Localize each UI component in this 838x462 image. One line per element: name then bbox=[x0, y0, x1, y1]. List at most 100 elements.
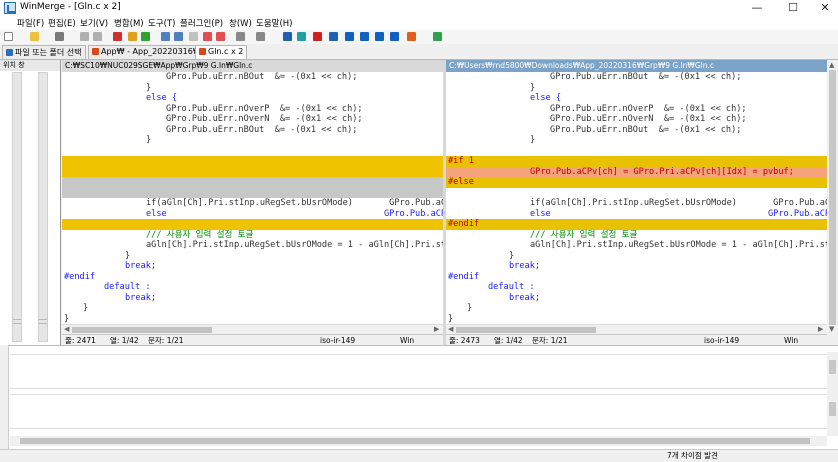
scroll-left-arrow-icon[interactable]: ◀ bbox=[64, 325, 69, 333]
next-conflict-icon[interactable] bbox=[283, 32, 292, 41]
open-folder-icon[interactable] bbox=[30, 32, 39, 41]
pane-splitter[interactable] bbox=[443, 60, 446, 345]
options-icon[interactable] bbox=[161, 32, 170, 41]
menu-window[interactable]: 창(W) bbox=[229, 17, 252, 29]
scroll-right-arrow-icon[interactable]: ▶ bbox=[818, 325, 823, 333]
close-button[interactable]: ✕ bbox=[808, 0, 838, 16]
code-line: if(aGln[Ch].Pri.stInp.uRegSet.bUsrOMode)… bbox=[146, 198, 443, 208]
scrollbar-thumb[interactable] bbox=[20, 438, 810, 444]
diff-line-assign: GPro.Pub.aCPv[ch] = GPro.Pri.aCPv[ch][Id… bbox=[446, 166, 827, 177]
code-line: } bbox=[467, 303, 473, 313]
scrollbar-thumb[interactable] bbox=[829, 360, 836, 374]
first-diff-icon[interactable] bbox=[203, 32, 212, 41]
menu-view[interactable]: 보기(V) bbox=[80, 17, 108, 29]
folder-compare-icon bbox=[92, 48, 99, 55]
menu-file[interactable]: 파일(F) bbox=[17, 17, 44, 29]
copy-right-icon[interactable] bbox=[236, 32, 245, 41]
right-horizontal-scrollbar[interactable]: ◀ ▶ bbox=[446, 324, 827, 334]
status-bar: 7개 차이점 발견 bbox=[0, 449, 838, 461]
divider bbox=[10, 354, 827, 355]
diff-line-else: #else bbox=[446, 177, 827, 188]
scrollbar-thumb[interactable] bbox=[829, 402, 836, 416]
menu-edit[interactable]: 편집(E) bbox=[48, 17, 76, 29]
merge-left-icon[interactable] bbox=[345, 32, 354, 41]
copy-left-icon[interactable] bbox=[256, 32, 265, 41]
copy-all-right-icon[interactable] bbox=[313, 32, 322, 41]
code-line: break; bbox=[509, 261, 541, 271]
code-line: GPro.Pub.uErr.nBOut &= -(0x1 << ch); bbox=[166, 72, 358, 82]
location-bar-right[interactable] bbox=[38, 72, 48, 342]
code-line: } bbox=[64, 313, 70, 324]
menu-tools[interactable]: 도구(T) bbox=[148, 17, 175, 29]
merge-all-icon[interactable] bbox=[375, 32, 384, 41]
code-line: break; bbox=[125, 261, 157, 271]
compare-icon[interactable] bbox=[189, 32, 198, 41]
new-file-icon[interactable] bbox=[4, 32, 13, 41]
menu-plugins[interactable]: 플러그인(P) bbox=[180, 17, 223, 29]
menu-merge[interactable]: 병합(M) bbox=[114, 17, 144, 29]
scroll-left-arrow-icon[interactable]: ◀ bbox=[448, 325, 453, 333]
window-title: WinMerge - [Gln.c x 2] bbox=[20, 2, 121, 12]
title-bar: WinMerge - [Gln.c x 2] — ☐ ✕ bbox=[0, 0, 838, 16]
code-comment: /// 사용자 입력 설정 토글 bbox=[530, 229, 638, 240]
merge-right-icon[interactable] bbox=[360, 32, 369, 41]
code-line: aGln[Ch].Pri.stInp.uRegSet.bUsrOMode = 1… bbox=[530, 240, 827, 250]
code-line: #endif bbox=[448, 271, 480, 282]
tab-app-folder[interactable]: App₩ - App_20220316₩ bbox=[88, 45, 205, 59]
scrollbar-thumb[interactable] bbox=[456, 327, 596, 333]
maximize-button[interactable]: ☐ bbox=[776, 0, 810, 16]
code-line: else GPro.Pub.aCPv bbox=[530, 208, 827, 219]
diff-up-icon[interactable] bbox=[128, 32, 137, 41]
diff-marker bbox=[13, 319, 21, 320]
prev-conflict-icon[interactable] bbox=[297, 32, 306, 41]
detail-horizontal-scrollbar[interactable] bbox=[10, 436, 827, 446]
code-line: break; bbox=[125, 292, 157, 303]
tab-label: App₩ - App_20220316₩ bbox=[101, 47, 201, 56]
divider bbox=[10, 394, 827, 395]
diff-down-icon[interactable] bbox=[141, 32, 150, 41]
left-diff-pane[interactable]: C:₩SC10₩NUC029SGE₩App₩Grp₩9 G.ln₩Gln.c G… bbox=[62, 60, 443, 334]
merge-next-icon[interactable] bbox=[390, 32, 399, 41]
scroll-down-arrow-icon[interactable]: ▼ bbox=[829, 325, 834, 333]
diff-line-endif: #endif bbox=[446, 219, 827, 230]
folder-open-icon bbox=[6, 49, 13, 56]
divider bbox=[10, 428, 827, 429]
minimize-button[interactable]: — bbox=[740, 0, 774, 16]
diff-prev-icon[interactable] bbox=[113, 32, 122, 41]
right-diff-pane[interactable]: C:₩Users₩rnd5800₩Downloads₩App_20220316₩… bbox=[446, 60, 827, 334]
scroll-right-arrow-icon[interactable]: ▶ bbox=[434, 325, 439, 333]
copy-all-left-icon[interactable] bbox=[329, 32, 338, 41]
scrollbar-thumb[interactable] bbox=[72, 327, 212, 333]
code-line: GPro.Pub.uErr.nBOut &= -(0x1 << ch); bbox=[550, 72, 742, 82]
diff-line-empty bbox=[62, 156, 443, 167]
code-line: } bbox=[509, 250, 515, 261]
refresh-icon[interactable] bbox=[433, 32, 442, 41]
code-line: break; bbox=[509, 292, 541, 303]
undo-icon[interactable] bbox=[80, 32, 89, 41]
menu-help[interactable]: 도움말(H) bbox=[256, 17, 292, 29]
filter-icon[interactable] bbox=[174, 32, 183, 41]
location-bar-left[interactable] bbox=[12, 72, 22, 342]
code-line: GPro.Pub.uErr.nBOut &= -(0x1 << ch); bbox=[550, 124, 742, 135]
toolbar bbox=[0, 30, 838, 44]
diff-line-if: #if 1 bbox=[446, 156, 827, 167]
code-line: if(aGln[Ch].Pri.stInp.uRegSet.bUsrOMode)… bbox=[530, 198, 827, 208]
tab-open-select[interactable]: 파일 또는 폴더 선택 bbox=[2, 45, 86, 59]
scroll-up-arrow-icon[interactable]: ▲ bbox=[829, 61, 834, 69]
location-pane-title: 위치 창 bbox=[0, 60, 60, 71]
report-icon[interactable] bbox=[407, 32, 416, 41]
code-line: } bbox=[125, 250, 131, 261]
code-line: } bbox=[146, 82, 152, 93]
detail-vertical-scrollbar[interactable] bbox=[827, 352, 838, 436]
redo-icon[interactable] bbox=[93, 32, 102, 41]
tab-gln-compare[interactable]: Gln.c x 2 bbox=[195, 45, 248, 59]
tab-bar: 파일 또는 폴더 선택 App₩ - App_20220316₩ Gln.c x… bbox=[0, 44, 838, 60]
vertical-scrollbar-thumb[interactable] bbox=[829, 70, 836, 325]
left-horizontal-scrollbar[interactable]: ◀ ▶ bbox=[62, 324, 443, 334]
last-diff-icon[interactable] bbox=[216, 32, 225, 41]
divider bbox=[10, 388, 827, 389]
diff-detail-pane[interactable] bbox=[0, 345, 838, 449]
save-icon[interactable] bbox=[55, 32, 64, 41]
